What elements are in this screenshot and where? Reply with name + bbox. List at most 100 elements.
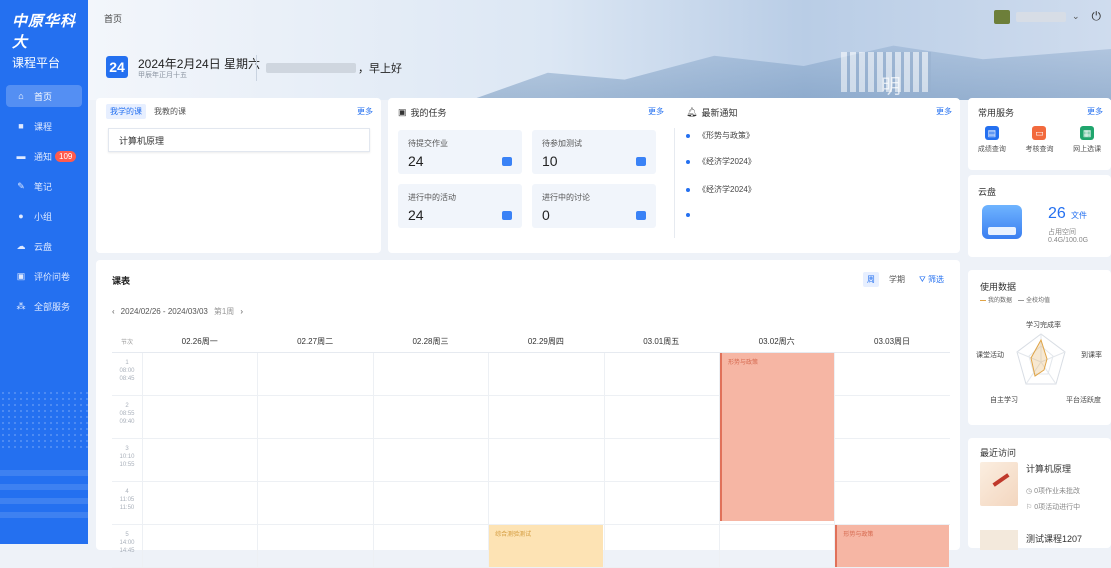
task-active-discussions[interactable]: 进行中的讨论 0 (532, 184, 656, 228)
breadcrumb[interactable]: 首页 (104, 12, 122, 25)
notices-more-link[interactable]: 更多 (936, 106, 952, 117)
recent-meta-text: 0项活动进行中 (1034, 504, 1081, 511)
sidebar-item-notifications[interactable]: ▬ 通知 109 (6, 145, 82, 167)
notice-item[interactable]: 《经济学2024》 (686, 156, 756, 167)
timetable-cell[interactable] (372, 396, 488, 438)
day-header: 03.02周六 (758, 336, 795, 346)
timetable-cell[interactable] (142, 482, 257, 524)
next-week-icon[interactable]: › (240, 307, 243, 316)
recent-course-meta: ◷ 0项作业未批改 (1026, 486, 1080, 496)
sidebar-item-groups[interactable]: ● 小组 (6, 205, 82, 227)
timetable-cell[interactable] (488, 439, 603, 481)
view-semester-button[interactable]: 学期 (885, 272, 909, 287)
timetable-cell[interactable] (834, 482, 949, 524)
timetable-cell[interactable] (142, 353, 257, 395)
timetable-cell[interactable] (372, 439, 488, 481)
courses-more-link[interactable]: 更多 (357, 106, 373, 117)
recent-course-name[interactable]: 测试课程1207 (1026, 532, 1082, 545)
timetable-cell[interactable] (257, 396, 372, 438)
power-icon[interactable]: ⏻ (1092, 9, 1102, 24)
timetable-cell[interactable] (372, 525, 488, 567)
tasks-more-link[interactable]: 更多 (648, 106, 664, 117)
notices-title: 最新通知 (701, 108, 738, 118)
timetable-cell[interactable] (257, 482, 372, 524)
timetable-cell[interactable] (603, 353, 719, 395)
timetable-cell[interactable]: 综合测验测试 (488, 525, 604, 567)
notice-item[interactable] (686, 210, 698, 219)
timetable-cell[interactable] (257, 353, 372, 395)
chevron-down-icon[interactable]: ⌄ (1072, 11, 1080, 22)
timetable-cell[interactable]: 形势与政策 (834, 525, 950, 567)
task-label: 待提交作业 (408, 139, 448, 148)
radar-chart (1016, 333, 1066, 385)
timetable-cell[interactable] (718, 525, 834, 567)
service-course-selection[interactable]: ▦ 网上选课 (1073, 126, 1101, 154)
timetable-cell[interactable] (603, 525, 719, 567)
course-item[interactable]: 计算机原理 (108, 128, 370, 152)
recent-course-name[interactable]: 计算机原理 (1026, 462, 1071, 475)
timetable-cell[interactable] (718, 396, 834, 438)
tab-teaching[interactable]: 我教的课 (150, 104, 190, 119)
timetable-cell[interactable] (257, 525, 372, 567)
recent-card: 最近访问 计算机原理 ◷ 0项作业未批改 ⚐ 0项活动进行中 测试课程1207 (968, 438, 1111, 550)
courses-card: 我学的课 我教的课 更多 计算机原理 (96, 98, 381, 253)
topbar: 首页 ⌄ ⏻ (88, 0, 1111, 34)
task-active-activities[interactable]: 进行中的活动 24 (398, 184, 522, 228)
task-pending-tests[interactable]: 待参加测试 10 (532, 130, 656, 174)
timetable-cell[interactable] (834, 396, 949, 438)
course-thumbnail[interactable] (980, 462, 1018, 506)
sidebar-item-cloud[interactable]: ☁ 云盘 (6, 235, 82, 257)
task-pending-homework[interactable]: 待提交作业 24 (398, 130, 522, 174)
usage-card: 使用数据 我的数据 全校均值 学习完成率 到课率 平台活跃度 自主学习 课堂活动 (968, 270, 1111, 425)
notice-item[interactable]: 《形势与政策》 (686, 130, 754, 141)
grade-icon: ▤ (984, 126, 999, 140)
timetable-cell[interactable] (603, 439, 719, 481)
slot-number: 1 (125, 360, 129, 366)
service-exam-query[interactable]: ▭ 考核查询 (1025, 126, 1053, 154)
slot-number: 4 (125, 489, 129, 495)
tab-learning[interactable]: 我学的课 (106, 104, 146, 119)
sidebar-item-notes[interactable]: ✎ 笔记 (6, 175, 82, 197)
timetable-cell[interactable] (834, 353, 949, 395)
timetable-cell[interactable]: 形势与政策 (718, 353, 834, 521)
course-thumbnail[interactable] (980, 530, 1018, 550)
timetable-cell[interactable] (142, 439, 257, 481)
sidebar-item-label: 笔记 (34, 181, 53, 192)
sidebar-nav: ⌂ 首页 ■ 课程 ▬ 通知 109 ✎ 笔记 ● 小组 ☁ 云盘 ▣ 评价问卷 (0, 85, 88, 317)
lunar-date: 甲辰年正月十五 (138, 72, 187, 79)
sidebar-item-home[interactable]: ⌂ 首页 (6, 85, 82, 107)
services-more-link[interactable]: 更多 (1087, 106, 1103, 117)
sidebar-item-survey[interactable]: ▣ 评价问卷 (6, 265, 82, 287)
filter-button[interactable]: ⛛ 筛选 (915, 272, 948, 287)
sidebar-item-courses[interactable]: ■ 课程 (6, 115, 82, 137)
prev-week-icon[interactable]: ‹ (112, 307, 115, 316)
service-grade-query[interactable]: ▤ 成绩查询 (978, 126, 1006, 154)
view-week-button[interactable]: 周 (863, 272, 880, 287)
course-event[interactable]: 形势与政策 (835, 525, 950, 567)
notice-item[interactable]: 《经济学2024》 (686, 184, 756, 195)
user-menu[interactable]: ⌄ ⏻ (993, 9, 1102, 24)
slot-end: 10:55 (119, 462, 135, 468)
timetable-cell[interactable] (488, 396, 603, 438)
timetable-cell[interactable] (488, 482, 603, 524)
course-event[interactable]: 综合测验测试 (489, 525, 604, 567)
timetable-cell[interactable] (488, 353, 603, 395)
timetable-cell[interactable] (603, 482, 719, 524)
timetable-cell[interactable] (142, 396, 257, 438)
cloud-card[interactable]: 云盘 26 文件 占用空间 0.4G/100.0G (968, 175, 1111, 257)
legend-school-average: 全校均值 (1018, 295, 1050, 304)
timetable-cell[interactable] (142, 525, 257, 567)
home-icon: ⌂ (18, 91, 24, 101)
sidebar-item-label: 首页 (34, 91, 53, 102)
timetable-cell[interactable] (372, 353, 488, 395)
avatar[interactable] (993, 9, 1010, 24)
timetable-cell[interactable] (603, 396, 719, 438)
timetable-row: 3 10:10 10:55 (112, 439, 950, 482)
timetable-cell[interactable] (718, 439, 834, 481)
timetable-cell[interactable] (718, 482, 834, 524)
timetable-cell[interactable] (372, 482, 488, 524)
day-header: 03.03周日 (874, 336, 911, 346)
timetable-cell[interactable] (834, 439, 949, 481)
timetable-cell[interactable] (257, 439, 372, 481)
sidebar-item-all-services[interactable]: ⁂ 全部服务 (6, 295, 82, 317)
